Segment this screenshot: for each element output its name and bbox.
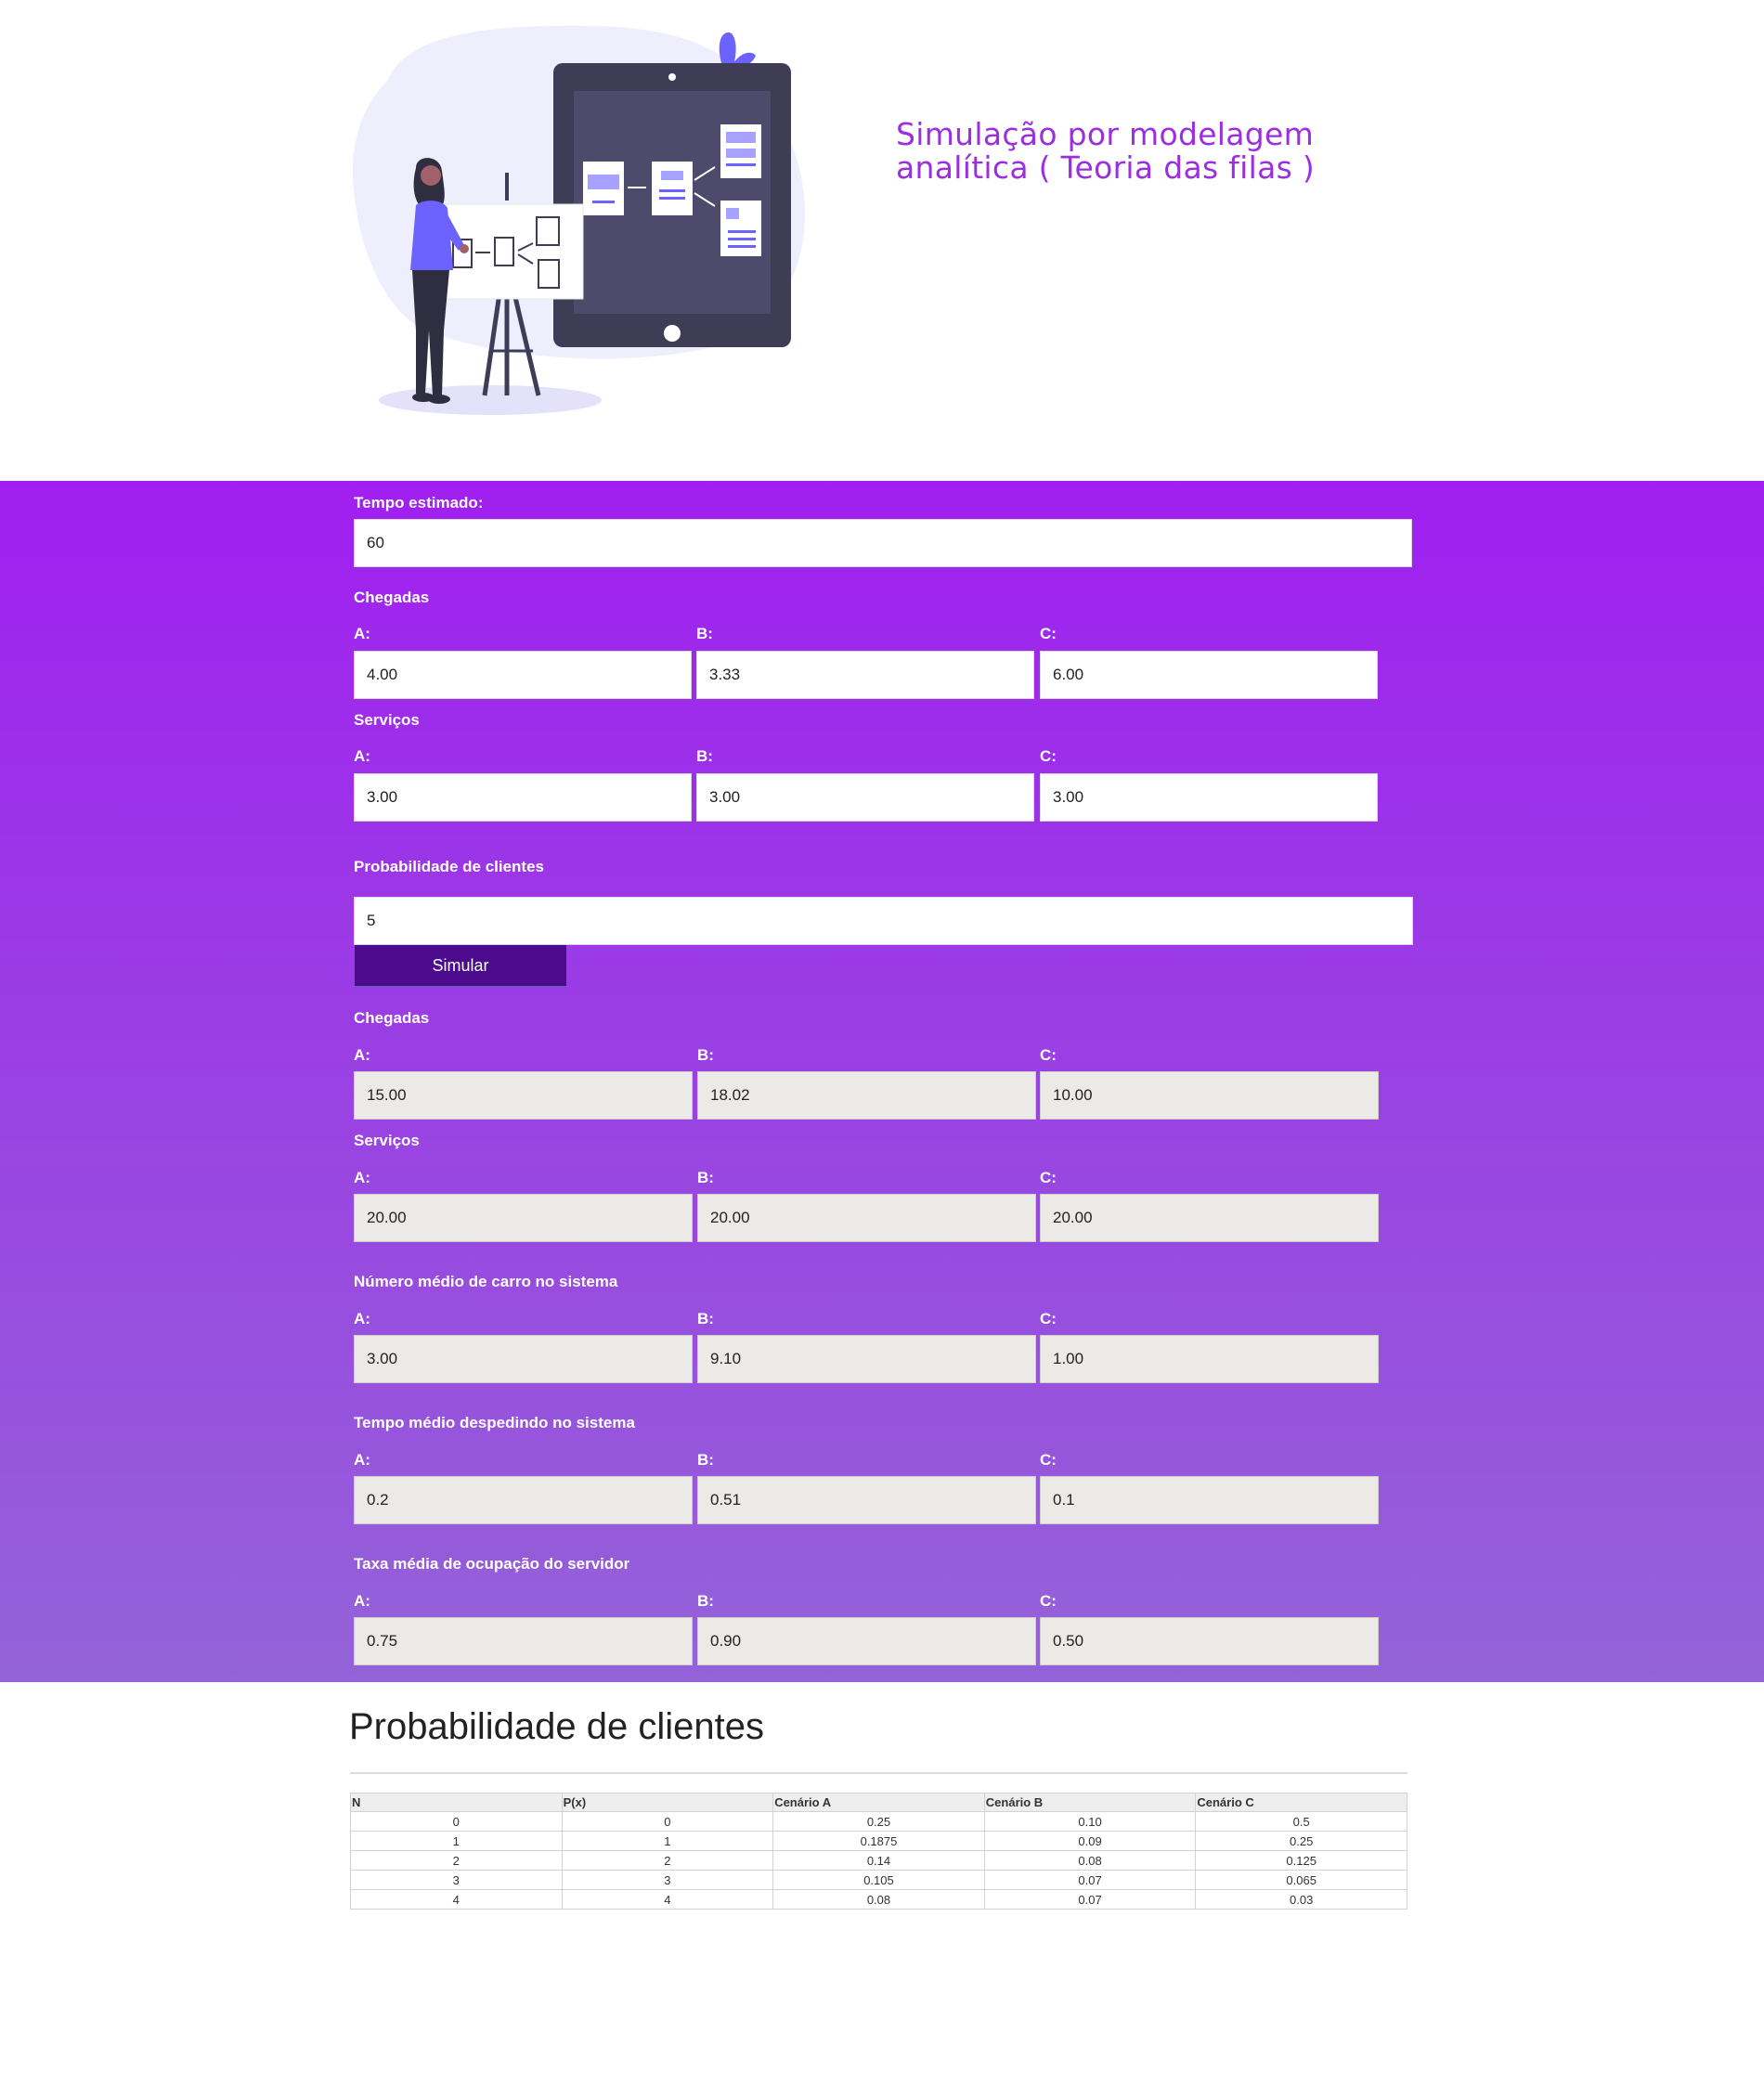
table-cell: 0.07: [983, 1889, 1197, 1910]
table-cell: 0.08: [983, 1850, 1197, 1871]
tempo-medio-a-label: A:: [354, 1451, 370, 1469]
result-chegadas-c-label: C:: [1040, 1046, 1057, 1064]
servicos-c-input[interactable]: [1040, 773, 1378, 822]
numero-medio-a-label: A:: [354, 1310, 370, 1327]
table-cell: 0.25: [772, 1811, 985, 1832]
table-cell: 0.105: [772, 1870, 985, 1890]
tempo-medio-b-field: [697, 1476, 1036, 1524]
hero-section: Simulação por modelagem analítica ( Teor…: [0, 0, 1764, 481]
servicos-c-label: C:: [1040, 747, 1057, 765]
tempo-medio-a-field: [354, 1476, 693, 1524]
taxa-media-a-label: A:: [354, 1592, 370, 1610]
page-title: Simulação por modelagem analítica ( Teor…: [896, 118, 1379, 185]
table-cell: 0: [350, 1811, 563, 1832]
probabilidade-label: Probabilidade de clientes: [354, 858, 545, 875]
chegadas-section-title: Chegadas: [354, 589, 430, 606]
numero-medio-title: Número médio de carro no sistema: [354, 1273, 618, 1290]
taxa-media-a-field: [354, 1617, 693, 1665]
result-servicos-b-field: [697, 1194, 1036, 1242]
table-cell: 3: [561, 1870, 774, 1890]
table-cell: 0.1875: [772, 1831, 985, 1851]
chegadas-c-input[interactable]: [1040, 651, 1378, 699]
table-cell: 4: [561, 1889, 774, 1910]
heading-divider: [350, 1772, 1407, 1774]
table-cell: 4: [350, 1889, 563, 1910]
taxa-media-c-field: [1040, 1617, 1379, 1665]
table-cell: 1: [561, 1831, 774, 1851]
column-header-n: N: [350, 1793, 563, 1812]
numero-medio-b-field: [697, 1335, 1036, 1383]
probability-heading: Probabilidade de clientes: [349, 1706, 764, 1747]
table-cell: 2: [350, 1850, 563, 1871]
tempo-medio-b-label: B:: [697, 1451, 714, 1469]
column-header-cenario-b: Cenário B: [983, 1793, 1197, 1812]
result-servicos-b-label: B:: [697, 1169, 714, 1186]
table-header-row: N P(x) Cenário A Cenário B Cenário C: [350, 1793, 1407, 1812]
numero-medio-c-field: [1040, 1335, 1379, 1383]
chegadas-a-input[interactable]: [354, 651, 692, 699]
table-cell: 0: [561, 1811, 774, 1832]
result-servicos-c-label: C:: [1040, 1169, 1057, 1186]
tempo-estimado-label: Tempo estimado:: [354, 494, 484, 512]
tempo-medio-c-field: [1040, 1476, 1379, 1524]
result-chegadas-a-field: [354, 1071, 693, 1120]
servicos-a-label: A:: [354, 747, 370, 765]
table-cell: 0.14: [772, 1850, 985, 1871]
tempo-medio-c-label: C:: [1040, 1451, 1057, 1469]
table-row: 3 3 0.105 0.07 0.065: [350, 1870, 1407, 1890]
page-title-line-1: Simulação por modelagem: [896, 116, 1315, 152]
probability-table: N P(x) Cenário A Cenário B Cenário C 0 0…: [350, 1793, 1407, 1910]
taxa-media-b-label: B:: [697, 1592, 714, 1610]
table-cell: 0.07: [983, 1870, 1197, 1890]
chegadas-b-input[interactable]: [696, 651, 1034, 699]
taxa-media-b-field: [697, 1617, 1036, 1665]
column-header-cenario-c: Cenário C: [1195, 1793, 1407, 1812]
servicos-a-input[interactable]: [354, 773, 692, 822]
chegadas-b-label: B:: [696, 625, 713, 642]
result-chegadas-b-field: [697, 1071, 1036, 1120]
result-chegadas-b-label: B:: [697, 1046, 714, 1064]
chegadas-a-label: A:: [354, 625, 370, 642]
numero-medio-a-field: [354, 1335, 693, 1383]
table-cell: 0.03: [1195, 1889, 1407, 1910]
table-cell: 1: [350, 1831, 563, 1851]
result-servicos-c-field: [1040, 1194, 1379, 1242]
probabilidade-input[interactable]: [354, 897, 1413, 945]
table-row: 1 1 0.1875 0.09 0.25: [350, 1831, 1407, 1851]
result-chegadas-a-label: A:: [354, 1046, 370, 1064]
page-title-line-2: analítica ( Teoria das filas ): [896, 149, 1316, 186]
taxa-media-title: Taxa média de ocupação do servidor: [354, 1555, 630, 1573]
result-chegadas-title: Chegadas: [354, 1009, 430, 1027]
table-cell: 0.08: [772, 1889, 985, 1910]
taxa-media-c-label: C:: [1040, 1592, 1057, 1610]
table-row: 0 0 0.25 0.10 0.5: [350, 1811, 1407, 1832]
numero-medio-b-label: B:: [697, 1310, 714, 1327]
table-cell: 0.5: [1195, 1811, 1407, 1832]
servicos-b-label: B:: [696, 747, 713, 765]
tempo-estimado-input[interactable]: [354, 519, 1412, 567]
table-cell: 3: [350, 1870, 563, 1890]
table-cell: 2: [561, 1850, 774, 1871]
table-cell: 0.25: [1195, 1831, 1407, 1851]
table-cell: 0.10: [983, 1811, 1197, 1832]
result-servicos-a-field: [354, 1194, 693, 1242]
table-row: 4 4 0.08 0.07 0.03: [350, 1889, 1407, 1910]
table-row: 2 2 0.14 0.08 0.125: [350, 1850, 1407, 1871]
chegadas-c-label: C:: [1040, 625, 1057, 642]
servicos-b-input[interactable]: [696, 773, 1034, 822]
simular-button[interactable]: Simular: [355, 945, 566, 988]
table-cell: 0.125: [1195, 1850, 1407, 1871]
servicos-section-title: Serviços: [354, 711, 420, 729]
column-header-cenario-a: Cenário A: [772, 1793, 985, 1812]
presentation-illustration: [352, 25, 806, 415]
table-cell: 0.065: [1195, 1870, 1407, 1890]
tempo-medio-title: Tempo médio despedindo no sistema: [354, 1414, 635, 1431]
table-cell: 0.09: [983, 1831, 1197, 1851]
numero-medio-c-label: C:: [1040, 1310, 1057, 1327]
column-header-px: P(x): [561, 1793, 774, 1812]
result-chegadas-c-field: [1040, 1071, 1379, 1120]
result-servicos-title: Serviços: [354, 1132, 420, 1149]
result-servicos-a-label: A:: [354, 1169, 370, 1186]
